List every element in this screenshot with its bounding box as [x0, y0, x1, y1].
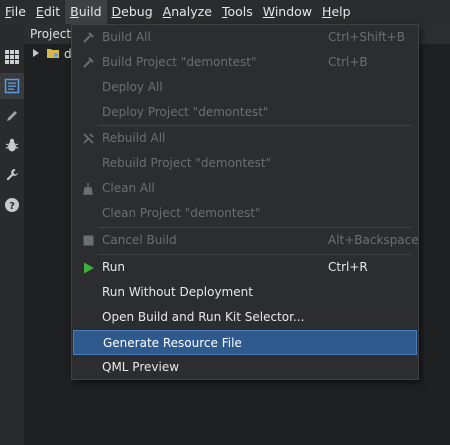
- menu-item-label: Deploy Project "demontest": [102, 105, 269, 119]
- menu-item-shortcut: Alt+Backspace: [328, 233, 419, 247]
- mode-bar: ?: [0, 24, 24, 445]
- menu-item-build-all[interactable]: Build All Ctrl+Shift+B: [73, 25, 417, 50]
- menu-analyze[interactable]: Analyze: [158, 0, 217, 24]
- menu-item-label: Open Build and Run Kit Selector...: [102, 310, 305, 324]
- menu-item-build-project[interactable]: Build Project "demontest" Ctrl+B: [73, 50, 417, 75]
- menu-debug-label: ebug: [121, 4, 153, 19]
- help-question-icon[interactable]: ?: [0, 192, 24, 218]
- menu-item-label: Rebuild Project "demontest": [102, 156, 272, 170]
- menu-edit-label: dit: [43, 4, 61, 19]
- menu-build-mnemonic: B: [70, 4, 79, 19]
- menu-file-label: ile: [11, 4, 26, 19]
- welcome-grid-icon[interactable]: [0, 44, 24, 70]
- hammer-icon: [82, 31, 95, 44]
- debug-bug-icon[interactable]: [0, 132, 24, 158]
- menu-bar: File Edit Build Debug Analyze Tools Wind…: [0, 0, 450, 24]
- menu-debug-mnemonic: D: [111, 4, 122, 19]
- menu-debug[interactable]: Debug: [107, 0, 158, 24]
- menu-item-clean-project[interactable]: Clean Project "demontest": [73, 201, 417, 226]
- menu-help-label: elp: [331, 4, 351, 19]
- stop-icon: [82, 234, 95, 247]
- menu-item-open-kit-selector[interactable]: Open Build and Run Kit Selector...: [73, 305, 417, 330]
- menu-item-shortcut: Ctrl+Shift+B: [328, 30, 405, 44]
- menu-file[interactable]: File: [0, 0, 31, 24]
- menu-item-shortcut: Ctrl+R: [328, 260, 368, 274]
- menu-item-label: Cancel Build: [102, 233, 177, 247]
- menu-item-label: Rebuild All: [102, 131, 166, 145]
- menu-build[interactable]: Build: [65, 0, 107, 24]
- menu-item-cancel-build[interactable]: Cancel Build Alt+Backspace: [73, 228, 419, 253]
- menu-item-label: Build All: [102, 30, 151, 44]
- menu-item-label: Run: [102, 260, 126, 274]
- rebuild-icon: [82, 132, 95, 145]
- menu-item-label: Deploy All: [102, 80, 163, 94]
- menu-item-rebuild-project[interactable]: Rebuild Project "demontest": [73, 151, 417, 176]
- menu-build-label: uild: [78, 4, 102, 19]
- menu-item-qml-preview[interactable]: QML Preview: [73, 355, 417, 380]
- menu-item-deploy-project[interactable]: Deploy Project "demontest": [73, 100, 417, 125]
- edit-document-icon[interactable]: [0, 73, 24, 99]
- run-play-icon: [82, 261, 95, 274]
- menu-item-label: Build Project "demontest": [102, 55, 257, 69]
- menu-analyze-label: nalyze: [171, 4, 212, 19]
- menu-analyze-mnemonic: A: [162, 4, 172, 19]
- menu-window-label: indow: [274, 4, 313, 19]
- menu-edit[interactable]: Edit: [31, 0, 65, 24]
- menu-item-deploy-all[interactable]: Deploy All: [73, 75, 417, 100]
- menu-help[interactable]: Help: [317, 0, 356, 24]
- menu-edit-mnemonic: E: [35, 4, 44, 19]
- project-folder-icon: [46, 47, 62, 62]
- clean-broom-icon: [82, 182, 95, 195]
- menu-item-run-without-deployment[interactable]: Run Without Deployment: [73, 280, 417, 305]
- menu-item-generate-resource-file[interactable]: Generate Resource File: [73, 330, 417, 355]
- build-menu-dropdown: Build All Ctrl+Shift+B Build Project "de…: [71, 24, 419, 380]
- projects-wrench-icon[interactable]: [0, 162, 24, 188]
- menu-item-label: Run Without Deployment: [102, 285, 253, 299]
- hammer-icon: [82, 56, 95, 69]
- menu-window[interactable]: Window: [258, 0, 317, 24]
- menu-item-rebuild-all[interactable]: Rebuild All: [73, 126, 417, 151]
- menu-item-run[interactable]: Run Ctrl+R: [73, 255, 417, 280]
- design-pen-icon[interactable]: [0, 103, 24, 129]
- menu-item-label: Clean Project "demontest": [102, 206, 261, 220]
- menu-tools[interactable]: Tools: [217, 0, 258, 24]
- menu-tools-label: ools: [227, 4, 253, 19]
- menu-item-label: Clean All: [102, 181, 155, 195]
- expand-arrow-icon[interactable]: [32, 47, 42, 61]
- menu-item-clean-all[interactable]: Clean All: [73, 176, 417, 201]
- svg-text:?: ?: [9, 201, 15, 212]
- menu-item-label: Generate Resource File: [103, 336, 242, 350]
- project-tree-item[interactable]: d: [32, 45, 72, 63]
- menu-item-shortcut: Ctrl+B: [328, 55, 368, 69]
- menu-item-label: QML Preview: [102, 360, 180, 374]
- menu-window-mnemonic: W: [262, 4, 275, 19]
